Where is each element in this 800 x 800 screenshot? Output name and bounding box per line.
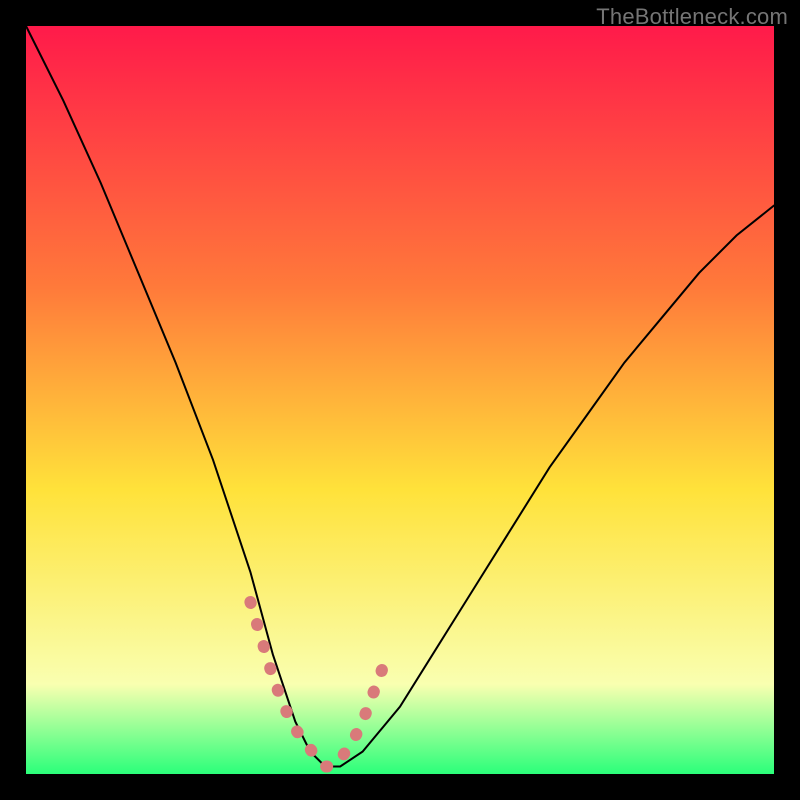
chart-stage: TheBottleneck.com: [0, 0, 800, 800]
watermark-text: TheBottleneck.com: [596, 4, 788, 30]
bottleneck-plot: [0, 0, 800, 800]
plot-background: [26, 26, 774, 774]
